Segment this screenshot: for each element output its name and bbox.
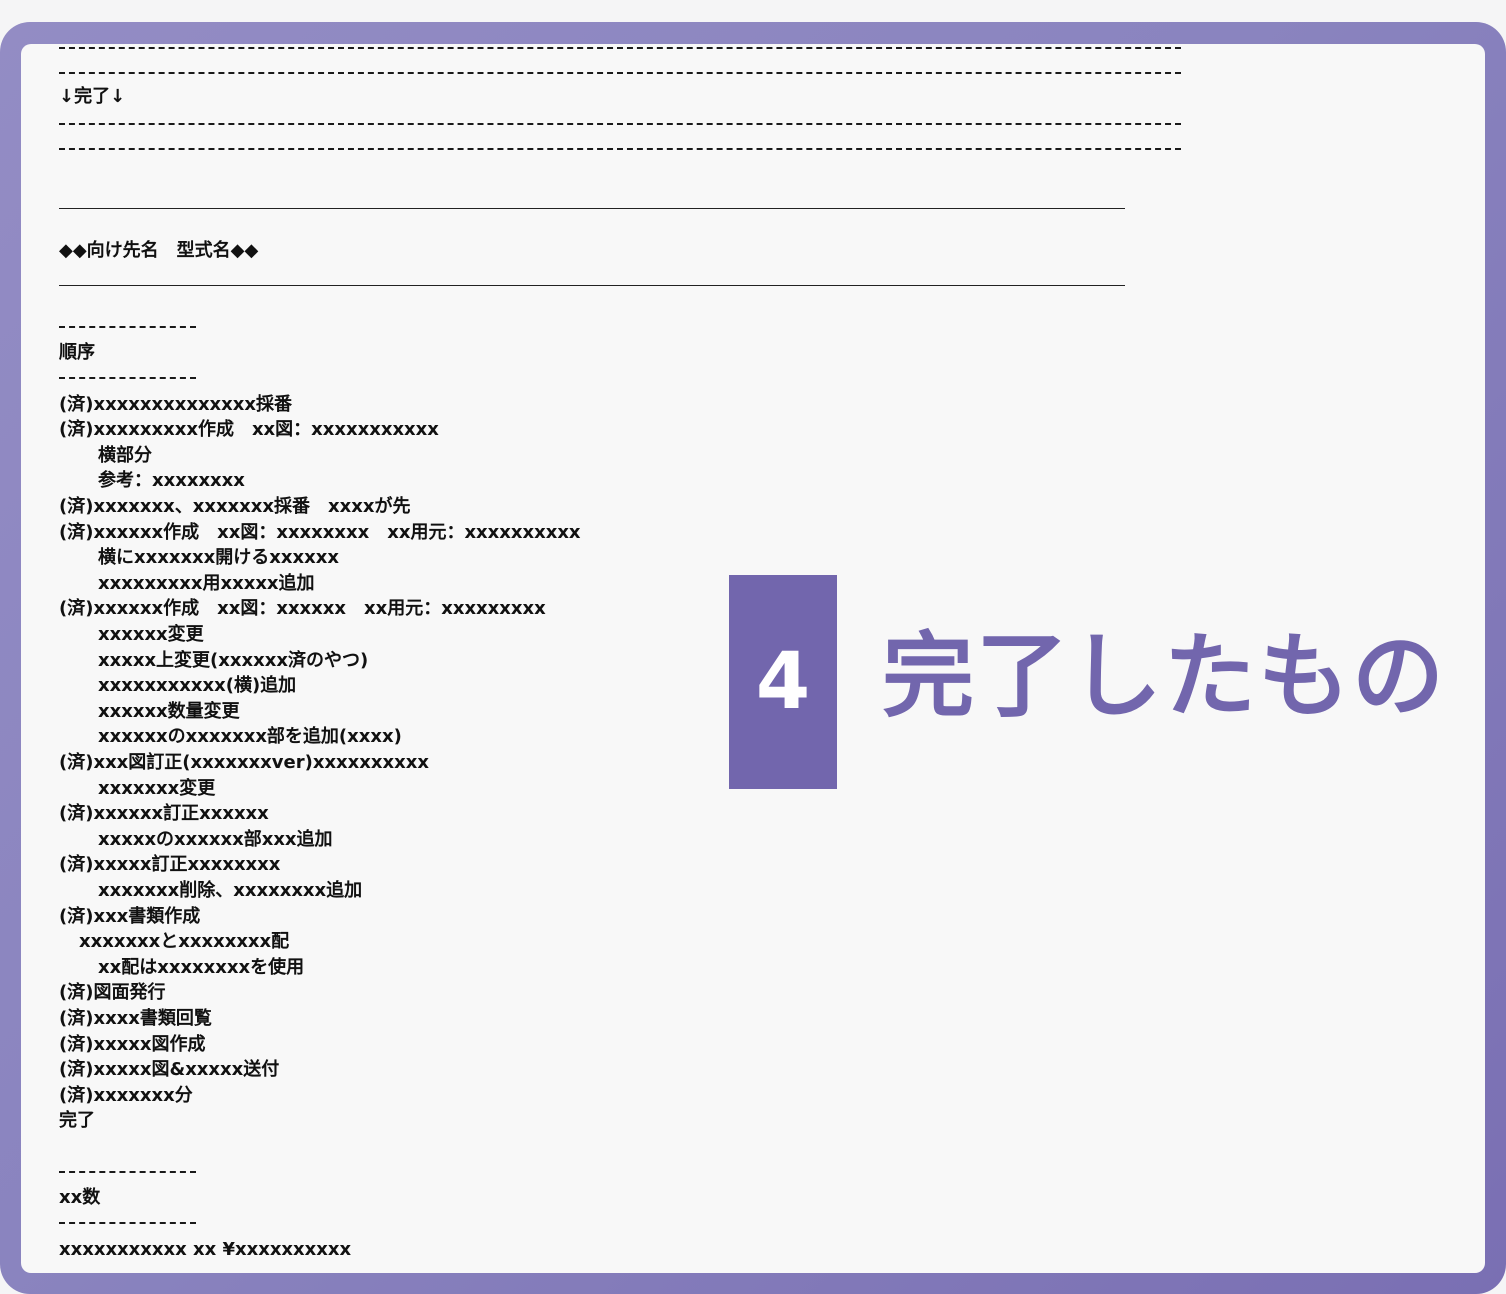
list-item: xxxxxxxxxxx(横)追加	[98, 675, 297, 696]
count-line: xxxxxxxxxxx xx ¥xxxxxxxxxx	[59, 1239, 352, 1260]
list-item: xxxxxx数量変更	[98, 701, 240, 722]
list-item: xxxxxxxxx用xxxxx追加	[98, 573, 315, 594]
section-title: ◆◆向け先名 型式名◆◆	[59, 240, 259, 261]
horizontal-rule	[59, 208, 1125, 209]
list-item: (済)xxx書類作成	[59, 906, 201, 927]
list-item: xxxxxx変更	[98, 624, 204, 645]
list-item: (済)図面発行	[59, 982, 166, 1003]
list-item: (済)xxx図訂正(xxxxxxxver)xxxxxxxxxx	[59, 752, 429, 773]
list-item: xx配はxxxxxxxxを使用	[98, 957, 305, 978]
dashed-separator	[59, 72, 1181, 74]
list-item: (済)xxxxxx作成 xx図：xxxxxx xx用元：xxxxxxxxx	[59, 598, 546, 619]
list-item: 横部分	[98, 445, 152, 466]
section-heading: 完了したもの	[882, 623, 1447, 730]
complete-marker: ↓完了↓	[59, 86, 126, 107]
list-item: (済)xxxxx訂正xxxxxxxx	[59, 854, 281, 875]
list-item: (済)xxxxxx訂正xxxxxx	[59, 803, 269, 824]
list-item: 横にxxxxxxx開けるxxxxxx	[98, 547, 339, 568]
section-number: 4	[755, 637, 811, 727]
list-item: xxxxxxxとxxxxxxxx配	[79, 931, 290, 952]
list-item: (済)xxxxxxx、xxxxxxx採番 xxxxが先	[59, 496, 411, 517]
dashed-separator	[59, 148, 1181, 150]
list-item: xxxxxxx変更	[98, 778, 216, 799]
dashed-separator	[59, 47, 1181, 49]
list-item: 参考：xxxxxxxx	[98, 470, 245, 491]
list-item: (済)xxxxxxxxxxxxxx採番	[59, 394, 292, 415]
list-item: (済)xxxxxxxxx作成 xx図：xxxxxxxxxxx	[59, 419, 439, 440]
list-item: xxxxxのxxxxxx部xxx追加	[98, 829, 333, 850]
list-item: (済)xxxxxxx分	[59, 1085, 193, 1106]
dashed-separator-short	[59, 377, 196, 379]
order-heading: 順序	[59, 342, 95, 363]
list-item: xxxxx上変更(xxxxxx済のやつ)	[98, 650, 369, 671]
list-item: xxxxxxのxxxxxxx部を追加(xxxx)	[98, 726, 402, 747]
list-item: (済)xxxxxx作成 xx図：xxxxxxxx xx用元：xxxxxxxxxx	[59, 522, 581, 543]
horizontal-rule	[59, 285, 1125, 286]
dashed-separator	[59, 123, 1181, 125]
list-item: 完了	[59, 1110, 95, 1131]
dashed-separator-short	[59, 326, 196, 328]
list-item: (済)xxxxx図&xxxxx送付	[59, 1059, 280, 1080]
list-item: xxxxxxx削除、xxxxxxxx追加	[98, 880, 363, 901]
list-item: (済)xxxxx図作成	[59, 1034, 206, 1055]
list-item: (済)xxxx書類回覧	[59, 1008, 212, 1029]
dashed-separator-short	[59, 1171, 196, 1173]
dashed-separator-short	[59, 1222, 196, 1224]
section-number-badge: 4	[729, 575, 837, 789]
count-heading: xx数	[59, 1187, 101, 1208]
